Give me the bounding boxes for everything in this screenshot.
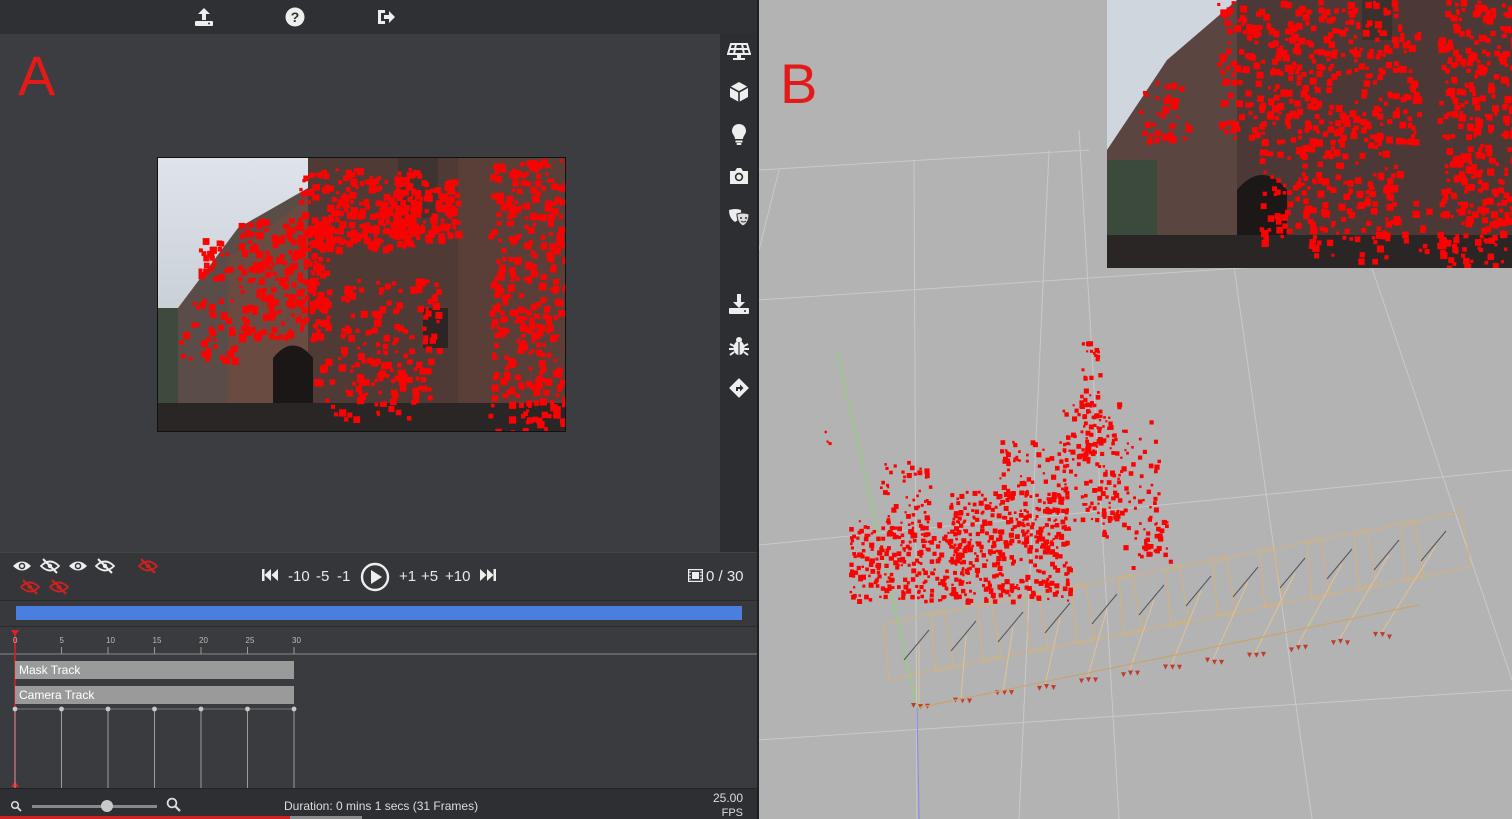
bug-icon[interactable] bbox=[727, 334, 751, 358]
upload-icon[interactable] bbox=[193, 6, 215, 28]
keyframe-lanes bbox=[12, 706, 297, 789]
play-button[interactable] bbox=[360, 562, 390, 596]
tick-label: 20 bbox=[199, 636, 208, 645]
lightbulb-icon[interactable] bbox=[727, 122, 751, 146]
footer-bar: Duration: 0 mins 1 secs (31 Frames) 25.0… bbox=[0, 788, 757, 819]
skip-start-icon[interactable] bbox=[261, 568, 279, 586]
download-icon[interactable] bbox=[727, 292, 751, 316]
logout-icon[interactable] bbox=[375, 6, 397, 28]
feature-overlay-image bbox=[158, 158, 565, 431]
zoom-slider-handle[interactable] bbox=[101, 800, 113, 812]
tick-label: 10 bbox=[106, 636, 115, 645]
masks-icon[interactable] bbox=[727, 206, 751, 230]
frame-preview[interactable] bbox=[157, 157, 566, 432]
timeline[interactable]: 0 5 10 15 20 25 30 Mask Track Camera Track bbox=[0, 626, 757, 789]
y-axis-line bbox=[836, 349, 918, 709]
zoom-slider[interactable] bbox=[32, 800, 157, 812]
tick-label: 15 bbox=[152, 636, 162, 645]
camera-track[interactable]: Camera Track bbox=[15, 686, 294, 704]
eye-slash-red-icon[interactable] bbox=[19, 579, 41, 599]
film-icon bbox=[687, 568, 704, 586]
mask-track[interactable]: Mask Track bbox=[15, 661, 294, 679]
playback-progress-bar[interactable] bbox=[0, 600, 757, 627]
tool-sidebar bbox=[720, 34, 757, 552]
eye-slash-icon[interactable] bbox=[94, 558, 116, 578]
duration-text: Duration: 0 mins 1 secs (31 Frames) bbox=[284, 799, 479, 813]
step-back-1-button[interactable]: -1 bbox=[337, 568, 350, 585]
step-back-5-button[interactable]: -5 bbox=[316, 568, 329, 585]
inset-image bbox=[1107, 0, 1512, 268]
tick-label: 5 bbox=[59, 636, 64, 645]
tick-label: 30 bbox=[292, 636, 301, 645]
panel-label-a: A bbox=[18, 44, 56, 107]
skip-end-icon[interactable] bbox=[479, 568, 497, 586]
cube-icon[interactable] bbox=[727, 80, 751, 104]
progress-fill bbox=[16, 606, 742, 620]
top-toolbar: ? bbox=[0, 0, 757, 34]
zoom-out-icon[interactable] bbox=[10, 799, 22, 817]
step-forward-10-button[interactable]: +10 bbox=[445, 568, 470, 585]
svg-text:?: ? bbox=[291, 9, 300, 25]
step-forward-5-button[interactable]: +5 bbox=[421, 568, 438, 585]
tick-label: 0 bbox=[13, 636, 18, 645]
fps-value: 25.00 bbox=[712, 791, 743, 805]
editor-panel: ? A -10 -5 -1 +1 +5 +10 0 / 30 0 5 10 15… bbox=[0, 0, 757, 819]
grid-icon[interactable] bbox=[726, 38, 752, 62]
inset-frame-view bbox=[1107, 0, 1512, 268]
step-back-10-button[interactable]: -10 bbox=[288, 568, 310, 585]
eye-slash-red-icon[interactable] bbox=[48, 579, 70, 599]
zoom-in-icon[interactable] bbox=[166, 797, 181, 817]
help-icon[interactable]: ? bbox=[284, 6, 306, 28]
eye-slash-red-icon[interactable] bbox=[137, 558, 159, 578]
panel-label-b: B bbox=[780, 52, 818, 115]
eye-icon[interactable] bbox=[12, 558, 32, 578]
fps-unit: FPS bbox=[721, 807, 743, 819]
eye-icon[interactable] bbox=[68, 558, 88, 578]
eye-slash-icon[interactable] bbox=[39, 558, 61, 578]
tick-label: 25 bbox=[245, 636, 255, 645]
camera-icon[interactable] bbox=[727, 164, 751, 188]
playback-controls: -10 -5 -1 +1 +5 +10 0 / 30 bbox=[0, 552, 757, 601]
route-icon[interactable] bbox=[727, 376, 751, 400]
frame-counter: 0 / 30 bbox=[706, 568, 744, 585]
step-forward-1-button[interactable]: +1 bbox=[399, 568, 416, 585]
